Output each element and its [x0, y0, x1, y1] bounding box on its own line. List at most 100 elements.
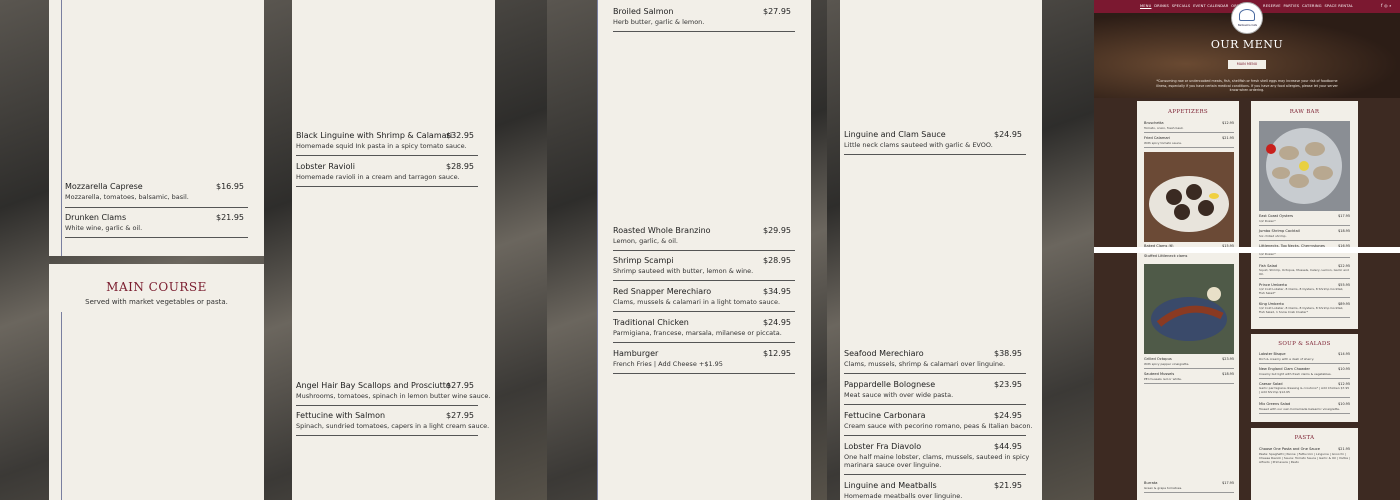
- item-price: $29.95: [763, 226, 791, 235]
- instagram-icon[interactable]: ◎: [1384, 3, 1388, 8]
- page-title: OUR MENU: [1210, 38, 1284, 51]
- item-description: PEI mussels red or white.: [1144, 377, 1182, 381]
- item-price: $27.95: [763, 7, 791, 16]
- item-name: Roasted Whole Branzino: [613, 226, 711, 235]
- nav-item-specials[interactable]: SPECIALS: [1172, 4, 1191, 8]
- item-description: White wine, garlic & oil.: [65, 224, 143, 232]
- item-name: Drunken Clams: [65, 213, 127, 222]
- site-logo[interactable]: Bellissima Cafe: [1231, 2, 1263, 34]
- item-name: Fried Calamari: [1144, 136, 1171, 140]
- item-description: Creamy but light with fresh clams & vege…: [1259, 372, 1332, 376]
- item-price: $23.95: [1222, 357, 1234, 361]
- item-description-line3: Alfredo | Primavera | Pesto: [1259, 460, 1299, 464]
- menu-card: Black Linguine with Shrimp & Calamari $3…: [292, 0, 495, 500]
- item-name: Jumbo Shrimp Cocktail: [1259, 229, 1300, 233]
- item-price: $10.95: [1338, 402, 1350, 406]
- nav-item-space-rental[interactable]: SPACE RENTAL: [1324, 4, 1353, 8]
- item-price: $21.95: [216, 213, 244, 222]
- item-name: Lobster Ravioli: [296, 162, 355, 171]
- nav-item-reserve[interactable]: RESERVE: [1263, 4, 1281, 8]
- item-description: Green & grape tomatoes.: [1144, 486, 1183, 490]
- item-price: $23.95: [994, 380, 1022, 389]
- item-price: $17.95: [1338, 214, 1350, 218]
- item-name: Bruschetta: [1144, 121, 1164, 125]
- menu-item: Fettucine with Salmon $27.95 Spinach, su…: [296, 411, 489, 436]
- menu-item: Bruschetta $12.95 Tomato, onion, fresh b…: [1144, 121, 1234, 133]
- menu-item: Lobster Fra Diavolo $44.95 One half main…: [844, 442, 1029, 475]
- menu-item: Hamburger $12.95 French Fries | Add Chee…: [613, 349, 795, 374]
- allergy-notice: *Consuming raw or undercooked meats, fis…: [1156, 79, 1338, 92]
- card-left-border: [61, 0, 62, 256]
- item-price: $21.95: [994, 481, 1022, 490]
- menu-item: Linguine and Clam Sauce $24.95 Little ne…: [844, 130, 1026, 155]
- menu-item: Seafood Merechiaro $38.95 Clams, mussels…: [844, 349, 1026, 374]
- item-description: Herb butter, garlic & lemon.: [613, 18, 705, 26]
- item-description: Clams, mussels, shrimp & calamari over l…: [844, 360, 1006, 368]
- search-icon[interactable]: ⌕: [1389, 3, 1391, 8]
- appetizers-card: APPETIZERS Bruschetta $12.95 Tomato, oni…: [1137, 101, 1239, 500]
- nav-item-catering[interactable]: CATERING: [1302, 4, 1322, 8]
- item-price: $14.95: [1338, 352, 1350, 356]
- nav-item-drinks[interactable]: DRINKS: [1154, 4, 1169, 8]
- menu-card: Linguine and Clam Sauce $24.95 Little ne…: [840, 0, 1042, 500]
- item-name: Linguine and Clam Sauce: [844, 130, 946, 139]
- menu-item: Angel Hair Bay Scallops and Prosciutto $…: [296, 381, 490, 406]
- item-name: Red Snapper Merechiaro: [613, 287, 712, 296]
- menu-card-top: Mozzarella Caprese $16.95 Mozzarella, to…: [49, 0, 264, 256]
- screenshot-divider: [1094, 247, 1400, 253]
- menu-item: Prince Umberto $55.95 1/2 Cold Lobster, …: [1259, 283, 1350, 298]
- menu-item: Choose One Pasta and One Sauce $21.95 Pa…: [1259, 447, 1350, 467]
- menu-item: Mix Greens Salad $10.95 Tossed with our …: [1259, 402, 1350, 414]
- item-description: With spicy tomato sauce.: [1144, 141, 1182, 145]
- main-menu-button[interactable]: MAIN MENU: [1228, 60, 1266, 69]
- item-description: Homemade squid Ink pasta in a spicy toma…: [296, 142, 467, 150]
- item-description: Little neck clams sauteed with garlic & …: [844, 141, 993, 149]
- item-price: $10.95: [1338, 367, 1350, 371]
- card-left-border: [61, 312, 62, 500]
- menu-item: Lobster Ravioli $28.95 Homemade ravioli …: [296, 162, 478, 187]
- octopus-photo: [1144, 264, 1234, 354]
- nav-item-event-calendar[interactable]: EVENT CALENDAR: [1193, 4, 1228, 8]
- menu-item: Lobster Bisque $14.95 Rich & creamy with…: [1259, 352, 1350, 364]
- menu-item: Fish Salad $22.95 Squid, Shrimp, Octopus…: [1259, 264, 1350, 279]
- card-title: RAW BAR: [1289, 109, 1320, 115]
- menu-item: Red Snapper Merechiaro $34.95 Clams, mus…: [613, 287, 795, 312]
- nav-item-menu[interactable]: MENU: [1140, 4, 1152, 8]
- card-title: SOUP & SALADS: [1278, 341, 1331, 347]
- item-price: $17.95: [1222, 481, 1234, 485]
- item-description: Homemade ravioli in a cream and tarragon…: [296, 173, 460, 181]
- item-name: Fettucine Carbonara: [844, 411, 926, 420]
- item-name: Angel Hair Bay Scallops and Prosciutto: [296, 381, 451, 390]
- menu-item: Roasted Whole Branzino $29.95 Lemon, gar…: [613, 226, 795, 251]
- item-description: 1/2 Cold Lobster, 8 Clams, 8 Oysters, 8 …: [1259, 287, 1344, 295]
- item-description: Squid, Shrimp, Octopus, Mussels, Celery,…: [1259, 268, 1349, 276]
- menu-item: Linguine and Meatballs $21.95 Homemade m…: [844, 481, 1026, 500]
- item-name: Broiled Salmon: [613, 7, 674, 16]
- item-price: $44.95: [994, 442, 1022, 451]
- menu-item: Traditional Chicken $24.95 Parmigiana, f…: [613, 318, 795, 343]
- menu-item: Burrata $17.95 Green & grape tomatoes.: [1144, 481, 1234, 493]
- facebook-icon[interactable]: f: [1381, 3, 1383, 8]
- menu-item: Jumbo Shrimp Cocktail $18.95 Six chilled…: [1259, 229, 1350, 241]
- item-description: Mozzarella, tomatoes, balsamic, basil.: [65, 193, 189, 201]
- item-name: Traditional Chicken: [613, 318, 689, 327]
- menu-item: Caesar Salad $12.95 Garlic parmigiana dr…: [1259, 382, 1350, 398]
- item-name: Mozzarella Caprese: [65, 182, 143, 191]
- item-price: $38.95: [994, 349, 1022, 358]
- card-title: APPETIZERS: [1168, 109, 1208, 115]
- menu-item: Black Linguine with Shrimp & Calamari $3…: [296, 131, 478, 156]
- nav-left: MENU DRINKS SPECIALS EVENT CALENDAR ORDE…: [1140, 4, 1245, 8]
- item-description: Meat sauce with over wide pasta.: [844, 391, 954, 399]
- item-description: Homemade meatballs over linguine.: [844, 492, 963, 500]
- item-description: Cream sauce with pecorino romano, peas &…: [844, 422, 1033, 430]
- item-price: $27.95: [446, 381, 474, 390]
- item-price: $12.95: [1222, 121, 1234, 125]
- item-price: $28.95: [763, 256, 791, 265]
- item-price: $32.95: [446, 131, 474, 140]
- item-description: Lemon, garlic, & oil.: [613, 237, 678, 245]
- item-description-line2: marinara sauce over linguine.: [844, 461, 942, 469]
- nav-item-parties[interactable]: PARTIES: [1283, 4, 1299, 8]
- social-icons: f ◎ ⌕: [1381, 3, 1392, 8]
- menu-item: East Coast Oysters $17.95 1/2 Dozen*: [1259, 214, 1350, 226]
- item-price: $27.95: [446, 411, 474, 420]
